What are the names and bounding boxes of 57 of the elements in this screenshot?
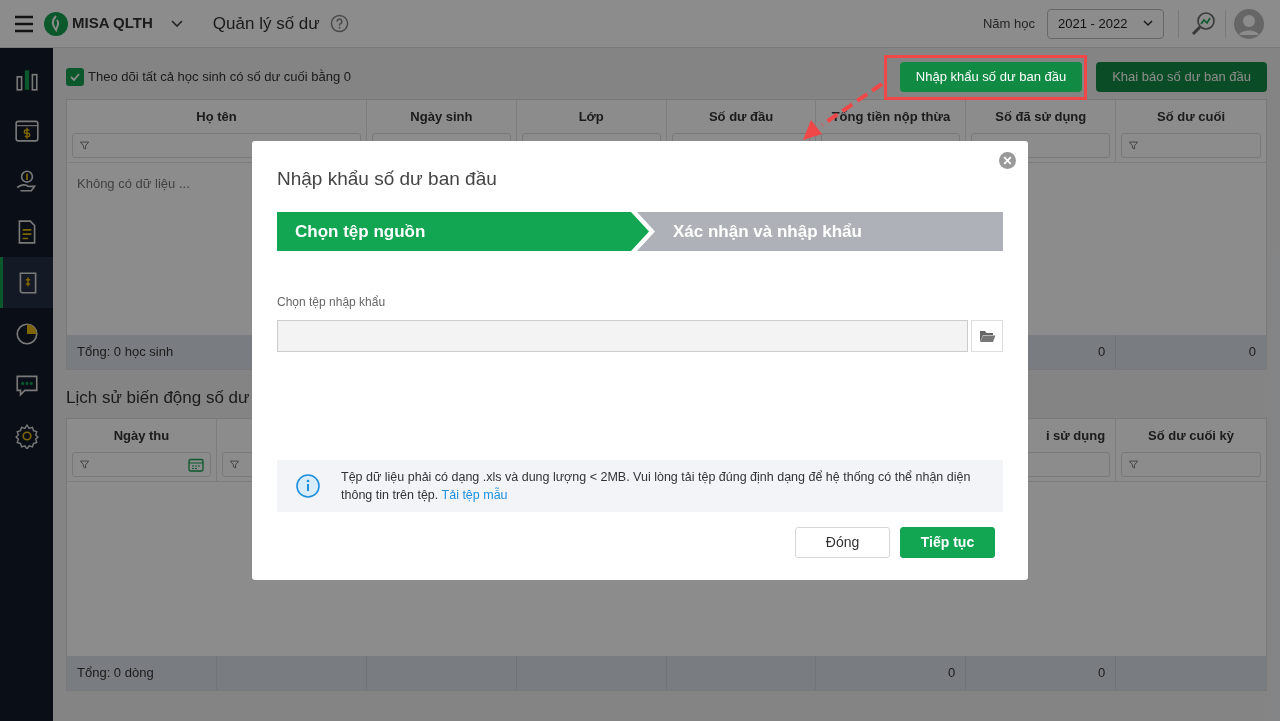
note-text: Tệp dữ liệu phải có dạng .xls và dung lượng < 2MB. Vui lòng tải tệp đúng định dạng để hệ thống có thể nhận diện thông tin trên tệp. Tải tệp mẫu <box>341 469 972 504</box>
column-header: Họ tên <box>196 107 237 126</box>
checkbox[interactable] <box>66 68 84 86</box>
leaf-logo-icon <box>44 11 68 36</box>
wizard-step: Chọn tệp nguồn <box>277 212 649 251</box>
total-value: 0 <box>1248 343 1256 362</box>
date-filter-field[interactable] <box>72 452 211 477</box>
pie-chart-icon <box>13 320 40 347</box>
total-value: 0 <box>1097 664 1106 683</box>
sidebar-item[interactable] <box>0 257 53 308</box>
template-link[interactable]: Tải tệp mẫu <box>441 488 508 502</box>
filter-icon <box>79 459 90 470</box>
filter-icon <box>228 459 240 470</box>
menu-icon[interactable] <box>14 14 34 33</box>
column-header: i sử dụng <box>1045 426 1106 445</box>
filter-icon <box>1128 140 1140 151</box>
total-value: 0 <box>1097 343 1106 362</box>
calendar-icon[interactable] <box>187 457 204 472</box>
year-label: Năm học <box>982 14 1035 33</box>
filter-field[interactable] <box>1121 133 1261 158</box>
chevron-down-icon[interactable] <box>170 19 183 28</box>
settings-icon <box>13 422 40 449</box>
file-path-field[interactable] <box>277 320 968 352</box>
app-name: MISA QLTH <box>72 13 153 34</box>
filter-icon <box>1128 459 1140 470</box>
import-button[interactable]: Nhập khẩu số dư ban đầu <box>899 62 1083 92</box>
close-icon[interactable] <box>999 152 1016 169</box>
page-title: Quản lý số dư <box>212 12 320 35</box>
total-label: Tổng: 0 dòng <box>77 664 154 683</box>
chevron-down-icon <box>1143 20 1153 27</box>
checkbox-option[interactable]: Theo dõi tất cả học sinh có số dư cuối bằng 0 <box>66 67 352 87</box>
total-value: 0 <box>948 664 956 683</box>
field-label: Chọn tệp nhập khẩu <box>277 294 387 309</box>
column-header: Số dư đầu <box>708 107 774 126</box>
folder-icon <box>978 329 996 343</box>
magnifier-chart-icon[interactable] <box>1189 9 1217 38</box>
total-label: Tổng: 0 học sinh <box>77 343 174 362</box>
column-header: Số dư cuối <box>1157 107 1226 126</box>
section-title: Lịch sử biến động số dư <box>66 387 251 407</box>
help-icon[interactable] <box>329 14 349 33</box>
info-icon <box>295 473 321 499</box>
wizard-step: Xác nhận và nhập khẩu <box>637 212 1003 251</box>
check-icon <box>69 71 81 83</box>
dialog-title: Nhập khẩu số dư ban đầu <box>277 167 498 189</box>
column-header: Số đã sử dụng <box>995 107 1087 126</box>
column-header: Lớp <box>578 107 604 126</box>
filter-icon <box>79 140 90 151</box>
filter-field[interactable] <box>1121 452 1261 477</box>
empty-message: Không có dữ liệu ... <box>77 176 190 191</box>
column-header: Ngày thu <box>113 426 170 445</box>
column-header: Ngày sinh <box>410 107 473 126</box>
browse-button[interactable] <box>971 320 1003 352</box>
year-dropdown[interactable]: 2021 - 2022 <box>1047 8 1164 39</box>
column-header: Số dư cuối kỳ <box>1148 426 1235 445</box>
declare-button[interactable]: Khai báo số dư ban đầu <box>1096 62 1267 92</box>
close-button[interactable]: Đóng <box>795 527 890 558</box>
continue-button[interactable]: Tiếp tục <box>900 527 995 558</box>
